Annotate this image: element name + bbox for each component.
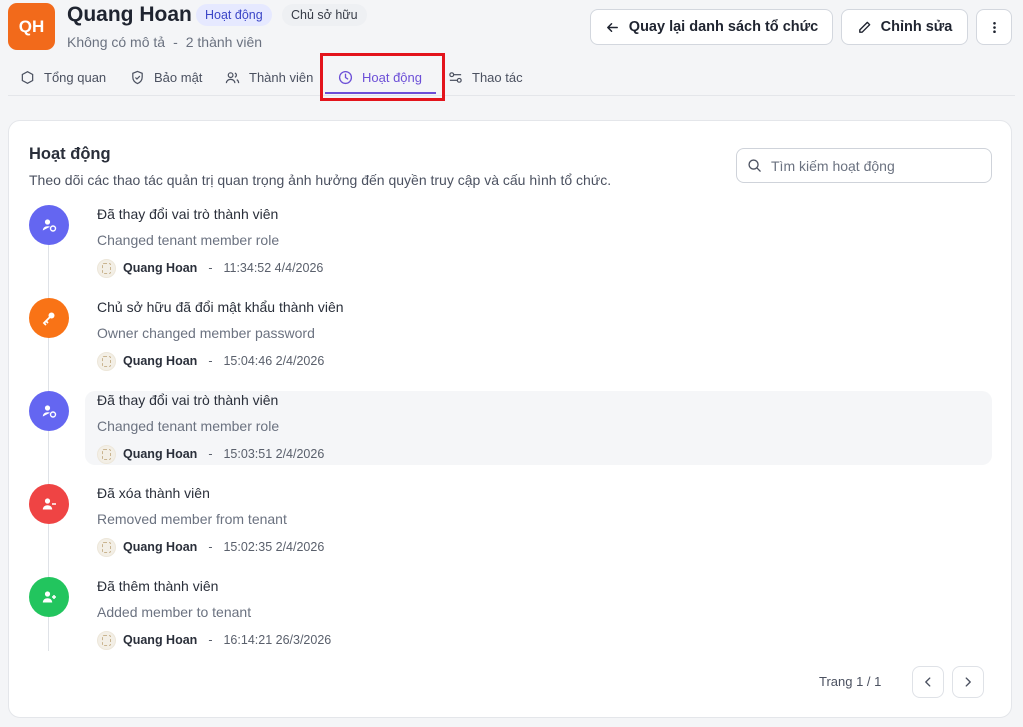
event-separator: -: [208, 633, 213, 647]
user-avatar: [97, 351, 116, 371]
activity-card: Hoạt động Theo dõi các thao tác quản trị…: [8, 120, 1012, 718]
user-minus-icon: [42, 498, 56, 510]
event-meta: Quang Hoan - 15:02:35 2/4/2026: [97, 537, 324, 557]
previous-page-button[interactable]: [912, 666, 944, 698]
back-button-label: Quay lại danh sách tổ chức: [628, 19, 819, 35]
event-title: Đã xóa thành viên: [97, 485, 210, 501]
highlight-annotation: [320, 53, 445, 101]
user-role-icon: [42, 405, 57, 418]
search-icon: [748, 159, 761, 172]
event-title: Đã thêm thành viên: [97, 578, 219, 594]
event-meta: Quang Hoan - 15:04:46 2/4/2026: [97, 351, 324, 371]
tab-overview[interactable]: Tổng quan: [20, 58, 106, 96]
event-time: 15:03:51 2/4/2026: [223, 447, 325, 461]
role-badge: Chủ sở hữu: [282, 4, 367, 26]
tab-label: Thao tác: [472, 69, 523, 85]
activity-title: Hoạt động: [29, 145, 111, 163]
event-title: Đã thay đổi vai trò thành viên: [97, 206, 279, 222]
event-time: 16:14:21 26/3/2026: [223, 633, 332, 647]
user-plus-icon: [42, 591, 56, 603]
event-separator: -: [208, 261, 213, 275]
tab-members[interactable]: Thành viên: [225, 58, 313, 96]
event-subtitle: Added member to tenant: [97, 604, 252, 620]
edit-button[interactable]: Chỉnh sửa: [841, 9, 968, 45]
key-icon: [42, 312, 55, 326]
more-vertical-icon: [992, 21, 996, 33]
status-badge: Hoạt động: [196, 4, 272, 26]
event-icon-user-role: [29, 205, 69, 245]
more-options-button[interactable]: [976, 9, 1012, 45]
org-name: Quang Hoan: [67, 3, 192, 26]
circle-icon: [21, 70, 34, 84]
event-icon-key: [29, 298, 69, 338]
tab-label: Thành viên: [249, 69, 314, 85]
event-separator: -: [208, 354, 213, 368]
event-subtitle: Changed tenant member role: [97, 418, 280, 434]
event-user: Quang Hoan: [123, 633, 198, 647]
arrow-left-icon: [606, 22, 618, 32]
event-time: 11:34:52 4/4/2026: [223, 261, 324, 275]
activity-search-input[interactable]: Tìm kiếm hoạt động: [736, 148, 992, 183]
event-time: 15:04:46 2/4/2026: [223, 354, 325, 368]
tab-actions[interactable]: Thao tác: [448, 58, 523, 96]
user-avatar: [97, 630, 116, 650]
users-icon: [225, 71, 240, 83]
event-separator: -: [208, 447, 213, 461]
chevron-right-icon: [965, 677, 971, 687]
event-meta: Quang Hoan - 11:34:52 4/4/2026: [97, 258, 323, 278]
event-user: Quang Hoan: [123, 447, 198, 461]
back-to-list-button[interactable]: Quay lại danh sách tổ chức: [590, 9, 833, 45]
pencil-icon: [858, 21, 870, 33]
event-user: Quang Hoan: [123, 540, 198, 554]
event-time: 15:02:35 2/4/2026: [223, 540, 325, 554]
tab-label: Tổng quan: [44, 69, 107, 85]
user-avatar: [97, 537, 116, 557]
edit-button-label: Chỉnh sửa: [880, 19, 953, 35]
event-icon-user-role: [29, 391, 69, 431]
event-meta: Quang Hoan - 15:03:51 2/4/2026: [97, 444, 324, 464]
next-page-button[interactable]: [952, 666, 984, 698]
shield-icon: [132, 70, 143, 84]
chevron-left-icon: [925, 677, 931, 687]
pagination-label: Trang 1 / 1: [819, 674, 882, 689]
event-subtitle: Owner changed member password: [97, 325, 315, 341]
event-subtitle: Removed member from tenant: [97, 511, 287, 527]
event-subtitle: Changed tenant member role: [97, 232, 280, 248]
meta-separator: -: [173, 34, 178, 50]
event-icon-user-minus: [29, 484, 69, 524]
event-meta: Quang Hoan - 16:14:21 26/3/2026: [97, 630, 331, 650]
event-separator: -: [208, 540, 213, 554]
user-avatar: [97, 444, 116, 464]
user-role-icon: [42, 219, 57, 232]
event-user: Quang Hoan: [123, 354, 198, 368]
member-count: 2 thành viên: [185, 34, 263, 50]
user-avatar: [97, 258, 116, 278]
event-user: Quang Hoan: [123, 261, 198, 275]
event-title: Đã thay đổi vai trò thành viên: [97, 392, 279, 408]
org-meta: Không có mô tả - 2 thành viên: [67, 34, 262, 50]
event-icon-user-plus: [29, 577, 69, 617]
tab-label: Bảo mật: [154, 69, 203, 85]
search-placeholder: Tìm kiếm hoạt động: [771, 157, 895, 174]
tab-bar: Tổng quan Bảo mật Thành viên Hoạt động T…: [8, 58, 1015, 96]
activity-description: Theo dõi các thao tác quản trị quan trọn…: [29, 172, 612, 188]
sliders-icon: [449, 71, 462, 83]
org-description: Không có mô tả: [67, 34, 166, 50]
org-avatar: QH: [8, 3, 55, 50]
event-title: Chủ sở hữu đã đổi mật khẩu thành viên: [97, 299, 344, 315]
tab-security[interactable]: Bảo mật: [130, 58, 202, 96]
